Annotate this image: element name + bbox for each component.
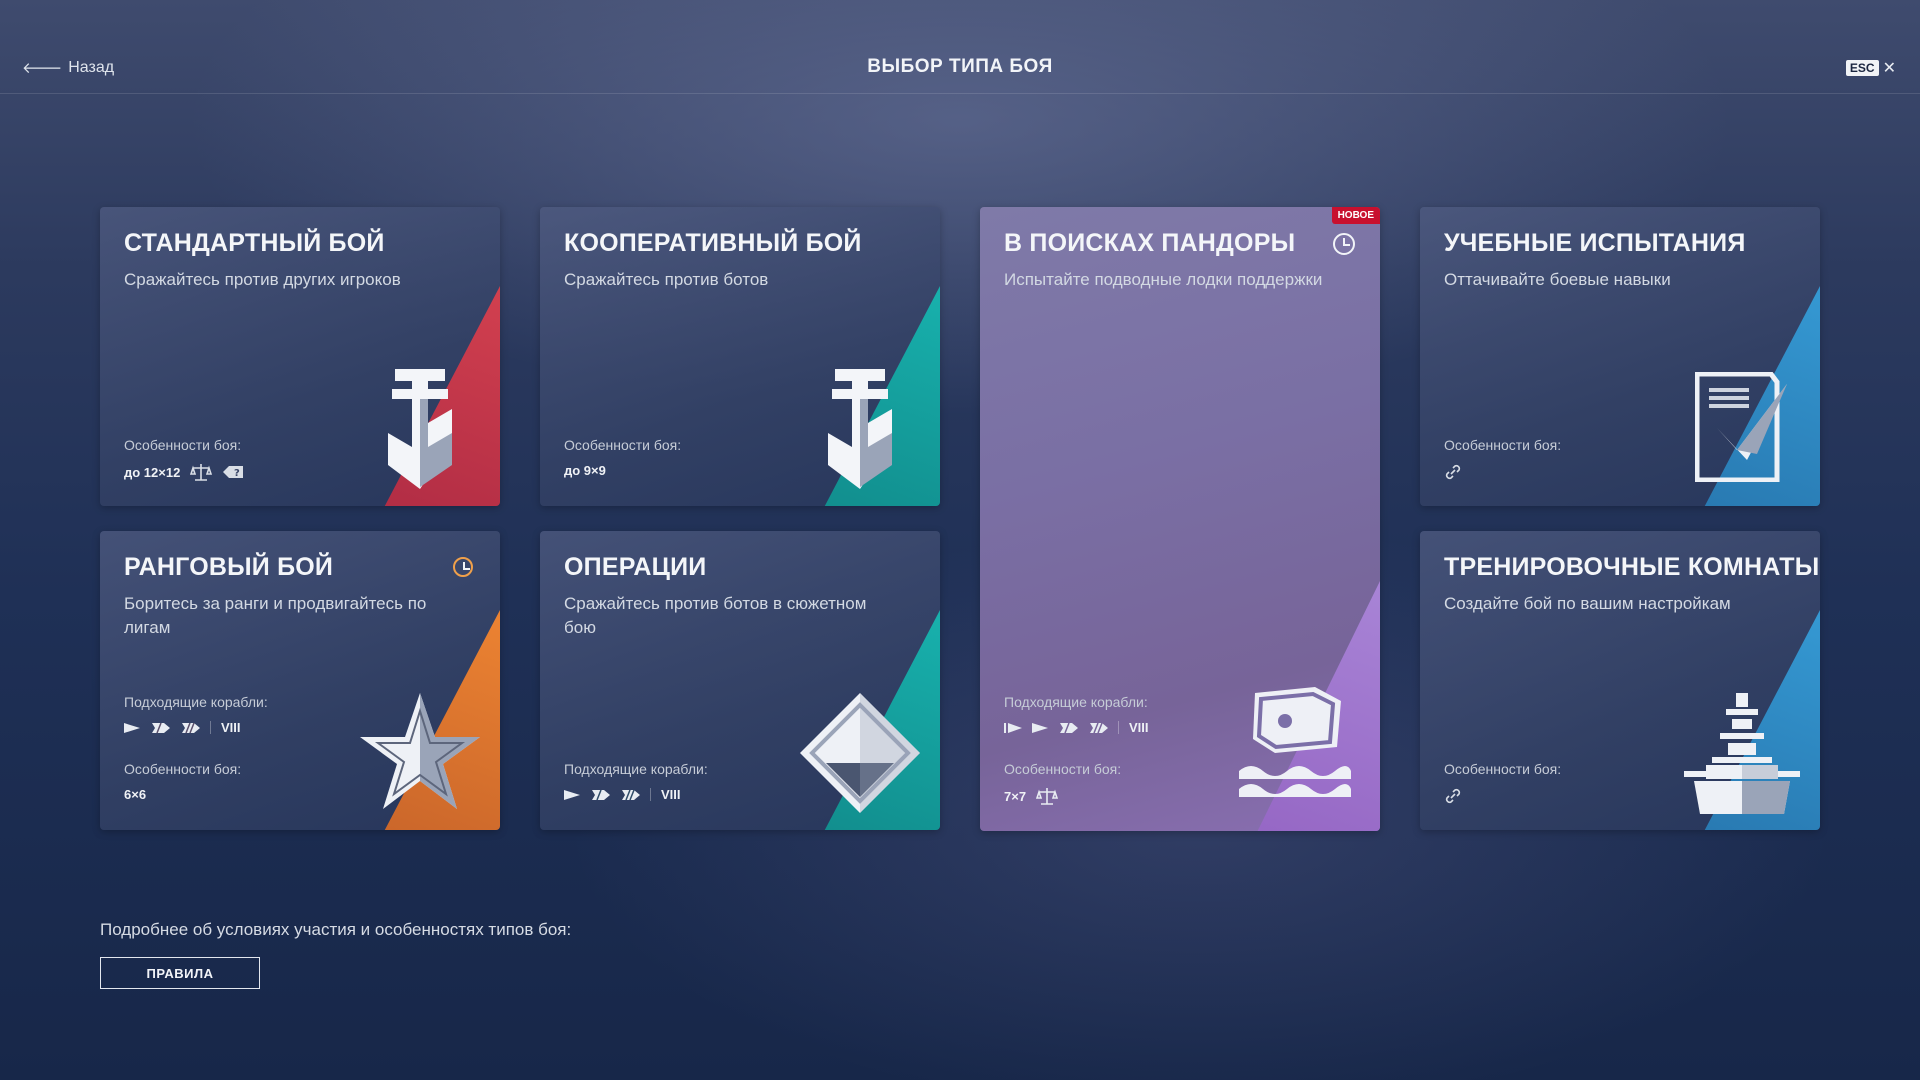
card-operations[interactable]: ОПЕРАЦИИ Сражайтесь против ботов в сюжет… (540, 531, 940, 830)
clock-icon (453, 557, 473, 577)
destroyer-class-icon (1032, 722, 1048, 733)
cruiser-class-icon (1060, 722, 1078, 733)
close-button[interactable]: ESC ✕ (1845, 58, 1896, 78)
card-subtitle: Сражайтесь против других игроков (124, 270, 401, 289)
eligible-ships: VIII (1004, 720, 1149, 735)
rules-info-text: Подробнее об условиях участия и особенно… (100, 920, 572, 939)
ships-label: Подходящие корабли: (1004, 694, 1148, 710)
card-pandora-event[interactable]: НОВОЕ В ПОИСКАХ ПАНДОРЫ Испытайте подвод… (980, 207, 1380, 831)
card-title: КООПЕРАТИВНЫЙ БОЙ (564, 229, 862, 257)
submarine-class-icon (1004, 722, 1022, 733)
tier-value: VIII (661, 787, 681, 802)
separator (1118, 721, 1119, 734)
destroyer-class-icon (564, 789, 580, 800)
card-title: УЧЕБНЫЕ ИСПЫТАНИЯ (1444, 229, 1746, 257)
destroyer-class-icon (124, 722, 140, 733)
card-subtitle: Создайте бой по вашим настройкам (1444, 594, 1731, 613)
treasure-chest-icon (1239, 687, 1351, 797)
card-training-trials[interactable]: УЧЕБНЫЕ ИСПЫТАНИЯ Оттачивайте боевые нав… (1420, 207, 1820, 506)
anchor-icon (828, 369, 892, 489)
card-coop-battle[interactable]: КООПЕРАТИВНЫЙ БОЙ Сражайтесь против бото… (540, 207, 940, 506)
diamond-icon (800, 693, 920, 813)
card-title: СТАНДАРТНЫЙ БОЙ (124, 229, 385, 257)
eligible-ships: VIII (564, 787, 681, 802)
clock-icon (1333, 233, 1355, 255)
features-value: до 9×9 (564, 463, 606, 478)
close-icon: ✕ (1882, 60, 1896, 77)
battleship-class-icon (622, 789, 640, 800)
cruiser-class-icon (592, 789, 610, 800)
card-training-rooms[interactable]: ТРЕНИРОВОЧНЫЕ КОМНАТЫ Создайте бой по ва… (1420, 531, 1820, 830)
features-label: Особенности боя: (1444, 437, 1562, 453)
card-title: ТРЕНИРОВОЧНЫЕ КОМНАТЫ (1444, 553, 1820, 581)
rules-button[interactable]: ПРАВИЛА (100, 957, 260, 989)
team-size: до 12×12 (124, 464, 181, 480)
separator (210, 721, 211, 734)
star-icon (360, 693, 480, 809)
features-label: Особенности боя: (124, 437, 242, 453)
balance-icon (1036, 788, 1059, 805)
balance-icon (190, 464, 213, 481)
features-label: Особенности боя: (564, 437, 682, 453)
card-subtitle: Сражайтесь против ботов в сюжетном бою (564, 594, 867, 637)
checklist-icon (1695, 372, 1787, 482)
battleship-class-icon (1090, 722, 1108, 733)
features-label: Особенности боя: (1444, 761, 1562, 777)
page-title: ВЫБОР ТИПА БОЯ (867, 56, 1053, 77)
card-subtitle: Боритесь за ранги и продвигайтесь по лиг… (124, 594, 427, 637)
team-size: 6×6 (124, 787, 147, 802)
link-icon (1445, 464, 1461, 480)
team-size: 7×7 (1004, 788, 1027, 804)
card-subtitle: Сражайтесь против ботов (564, 270, 769, 289)
features-label: Особенности боя: (1004, 761, 1122, 777)
features-value: 7×7 (1004, 787, 1059, 805)
eligible-ships: VIII (124, 720, 241, 735)
card-ranked-battle[interactable]: РАНГОВЫЙ БОЙ Боритесь за ранги и продвиг… (100, 531, 500, 830)
ships-label: Подходящие корабли: (124, 694, 268, 710)
esc-key-label: ESC (1845, 60, 1879, 76)
tier-value: VIII (221, 720, 241, 735)
card-title: РАНГОВЫЙ БОЙ (124, 553, 334, 581)
tier-value: VIII (1129, 720, 1149, 735)
card-subtitle: Испытайте подводные лодки поддержки (1004, 270, 1323, 289)
features-value: 6×6 (124, 787, 146, 802)
anchor-icon (388, 369, 452, 489)
separator (650, 788, 651, 801)
card-title: В ПОИСКАХ ПАНДОРЫ (1004, 229, 1296, 257)
cruiser-class-icon (152, 722, 170, 733)
battleship-icon (1684, 693, 1800, 814)
card-subtitle: Оттачивайте боевые навыки (1444, 270, 1671, 289)
team-size: до 9×9 (564, 463, 606, 478)
ships-label: Подходящие корабли: (564, 761, 708, 777)
new-badge: НОВОЕ (1331, 207, 1380, 224)
card-standard-battle[interactable]: СТАНДАРТНЫЙ БОЙ Сражайтесь против других… (100, 207, 500, 506)
svg-text:?: ? (234, 468, 240, 479)
card-title: ОПЕРАЦИИ (564, 553, 707, 581)
link-icon (1445, 788, 1461, 804)
top-bar: 🡐 Назад ВЫБОР ТИПА БОЯ ESC ✕ (0, 0, 1920, 94)
battleship-class-icon (182, 722, 200, 733)
ship-help-icon: ? (223, 466, 244, 479)
features-label: Особенности боя: (124, 761, 242, 777)
features-value: до 12×12 ? (124, 463, 244, 481)
